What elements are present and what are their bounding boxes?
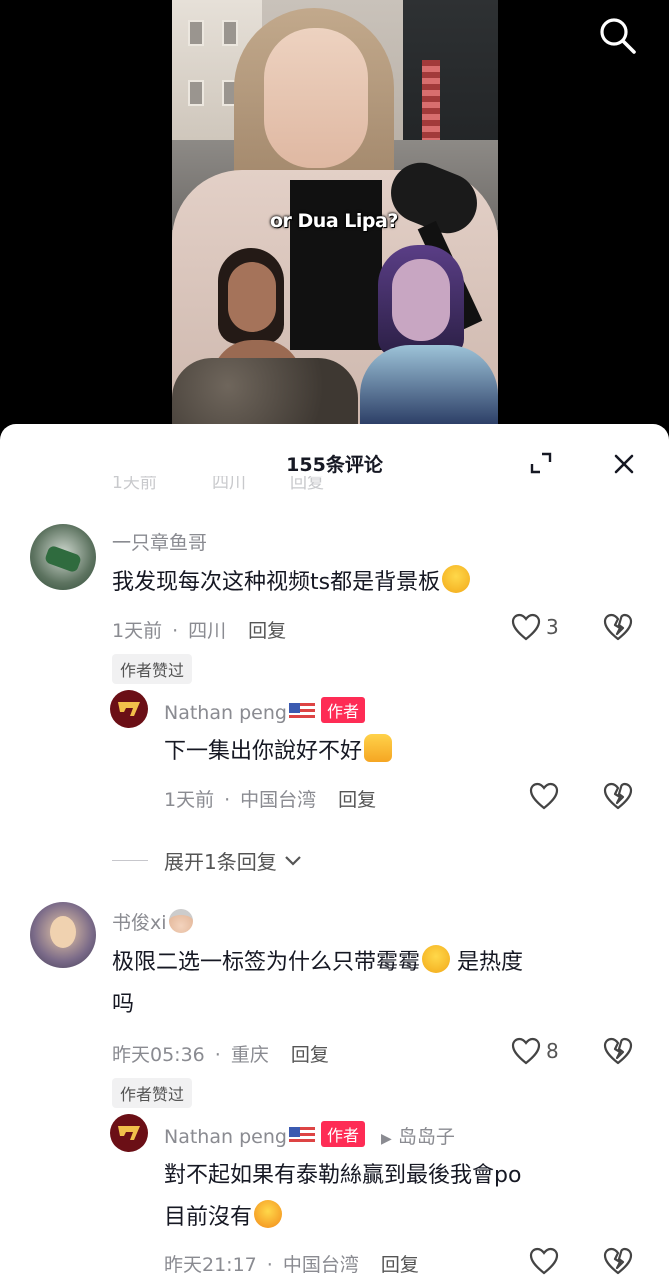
comment-meta: 1天前 · 四川 回复 (112, 620, 287, 642)
avatar[interactable] (110, 690, 148, 728)
video-player[interactable]: or Dua Lipa? (0, 0, 669, 440)
sweat-smile-emoji (422, 945, 451, 973)
heart-icon (529, 1247, 559, 1275)
video-caption: or Dua Lipa? (270, 210, 398, 232)
fullscreen-icon (530, 452, 552, 474)
heart-icon (511, 613, 541, 641)
expand-replies-button[interactable]: 展开1条回复 (112, 846, 303, 875)
team-logo-icon (118, 1126, 140, 1140)
reply-button[interactable]: 回复 (248, 620, 286, 642)
reply-button[interactable]: 回复 (381, 1254, 419, 1276)
like-count: 8 (546, 1039, 559, 1063)
reply-arrow-icon: ▶ (381, 1131, 392, 1147)
avatar[interactable] (110, 1114, 148, 1152)
close-button[interactable] (610, 450, 638, 478)
broken-heart-icon (603, 613, 633, 641)
reply-text: 下一集出你說好不好 (164, 731, 624, 773)
overlay-photo-right (340, 245, 498, 425)
dislike-button[interactable] (602, 1246, 634, 1278)
scrolled-previous-comment: 1天前 四川 回复 (112, 476, 324, 493)
dislike-button[interactable] (602, 781, 634, 813)
like-button[interactable]: 3 (510, 612, 559, 642)
broken-heart-icon (603, 1037, 633, 1065)
heart-icon (529, 782, 559, 810)
overlay-photo-left (172, 248, 358, 425)
broken-heart-icon (603, 782, 633, 810)
like-count: 3 (546, 615, 559, 639)
chevron-down-icon (284, 855, 301, 866)
broken-heart-icon (603, 1247, 633, 1275)
comment-nickname[interactable]: 一只章鱼哥 (112, 528, 207, 555)
search-icon (600, 18, 636, 54)
flag-icon (288, 703, 315, 721)
reply-button[interactable]: 回复 (338, 789, 376, 811)
interviewee-face (264, 28, 368, 168)
reply-to-nickname[interactable]: 岛岛子 (398, 1126, 455, 1148)
screen: or Dua Lipa? 155条评论 1天前 四川 回复 一只章鱼哥 我发现每… (0, 0, 669, 1279)
reply-meta: 1天前 · 中国台湾 回复 (164, 789, 377, 811)
comment-count-title: 155条评论 (286, 454, 383, 476)
team-logo-icon (118, 702, 140, 716)
thumbs-up-emoji (364, 734, 393, 762)
close-icon (614, 454, 634, 474)
reply-nickname[interactable]: Nathan peng 作者 ▶ 岛岛子 (164, 1121, 455, 1149)
comment-nickname[interactable]: 书俊xi (112, 908, 193, 935)
face-emoji (168, 909, 193, 933)
expand-sheet-button[interactable] (528, 450, 554, 476)
rolling-laughing-emoji (442, 565, 471, 593)
dislike-button[interactable] (602, 612, 634, 644)
like-button[interactable] (528, 1246, 560, 1276)
like-button[interactable] (528, 781, 560, 811)
dislike-button[interactable] (602, 1036, 634, 1068)
search-button[interactable] (596, 14, 640, 58)
crying-emoji (254, 1200, 283, 1228)
reply-meta: 昨天21:17 · 中国台湾 回复 (164, 1254, 419, 1276)
avatar[interactable] (30, 902, 96, 968)
reply-text: 對不起如果有泰勒絲贏到最後我會po 目前沒有 (164, 1163, 522, 1230)
author-tag: 作者 (320, 697, 365, 723)
video-frame: or Dua Lipa? (172, 0, 498, 425)
like-button[interactable]: 8 (510, 1036, 559, 1066)
comment-text: 极限二选一标签为什么只带霉霉 是热度 吗 (112, 942, 642, 1026)
comment-sheet: 155条评论 1天前 四川 回复 一只章鱼哥 我发现每次这种视频ts都是背景板 (0, 424, 669, 1279)
heart-icon (511, 1037, 541, 1065)
comment-text: 我发现每次这种视频ts都是背景板 (112, 562, 632, 604)
author-liked-badge: 作者赞过 (112, 1078, 193, 1108)
reply-button[interactable]: 回复 (291, 1044, 329, 1066)
reply-nickname[interactable]: Nathan peng 作者 (164, 697, 365, 724)
avatar[interactable] (30, 524, 96, 590)
comment-meta: 昨天05:36 · 重庆 回复 (112, 1044, 329, 1066)
flag-icon (288, 1127, 315, 1145)
author-tag: 作者 (320, 1121, 365, 1147)
author-liked-badge: 作者赞过 (112, 654, 193, 684)
